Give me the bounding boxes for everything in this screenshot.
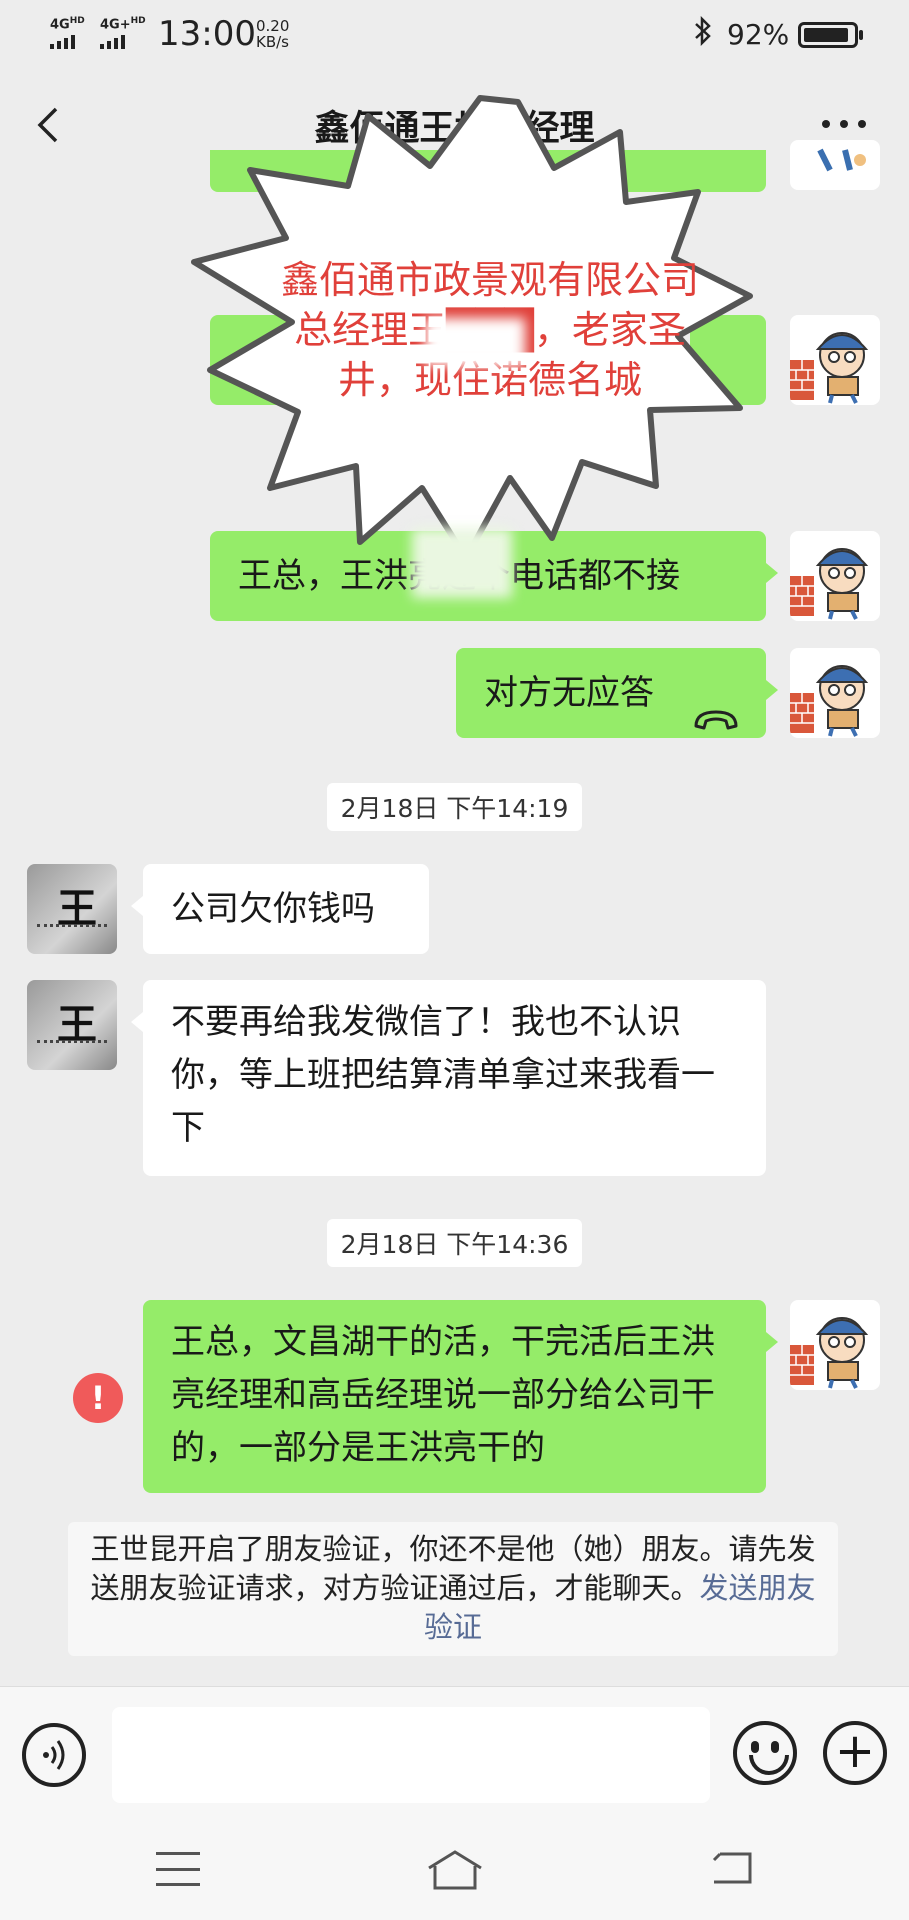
signal-1-label: 4G [50, 17, 70, 33]
status-bar: 4GHD 4G+HD 13:00 0.20 KB/s 92% [0, 0, 909, 70]
signal-1-sup: HD [69, 16, 85, 26]
message-text: 对方无应答 [484, 673, 654, 713]
timestamp-text: 2月18日 下午14:19 [326, 783, 583, 831]
avatar-self[interactable] [790, 1300, 880, 1390]
message-text: 公司欠你钱吗 [171, 889, 375, 929]
message-text: 不要再给我发微信了！我也不认识你，等上班把结算清单拿过来我看一下 [171, 1002, 715, 1148]
signal-indicator-1: 4GHD [50, 16, 85, 50]
message-bubble-incoming[interactable]: 公司欠你钱吗 [131, 864, 429, 954]
call-record-bubble[interactable]: 对方无应答 [456, 648, 778, 738]
system-nav-bar [0, 1818, 909, 1920]
battery-percent: 92% [727, 18, 790, 51]
back-nav-icon[interactable] [710, 1848, 754, 1888]
more-dots-icon[interactable] [822, 120, 866, 130]
avatar-contact[interactable]: 王 [27, 980, 117, 1070]
signal-bars-icon [50, 35, 85, 50]
plus-icon[interactable]: + [823, 1721, 887, 1785]
voice-icon[interactable] [22, 1723, 86, 1787]
chat-screen: 4GHD 4G+HD 13:00 0.20 KB/s 92% 鑫佰通王世昆经理 [0, 0, 909, 1920]
message-input[interactable] [112, 1707, 710, 1803]
network-speed: 0.20 KB/s [256, 18, 289, 50]
emoji-icon[interactable] [733, 1721, 797, 1785]
friend-verification-notice: 王世昆开启了朋友验证，你还不是他（她）朋友。请先发送朋友验证请求，对方验证通过后… [68, 1522, 838, 1656]
timestamp: 2月18日 下午14:19 [0, 783, 909, 831]
battery-icon [798, 22, 863, 48]
input-bar: + [0, 1686, 909, 1818]
signal-2-label: 4G+ [100, 17, 131, 33]
avatar-self[interactable] [790, 648, 880, 738]
menu-icon[interactable] [156, 1852, 200, 1886]
home-icon[interactable] [425, 1848, 485, 1892]
avatar-contact[interactable]: 王 [27, 864, 117, 954]
signal-2-sup: HD [130, 16, 146, 26]
timestamp: 2月18日 下午14:36 [0, 1219, 909, 1267]
message-bubble-incoming[interactable]: 不要再给我发微信了！我也不认识你，等上班把结算清单拿过来我看一下 [131, 980, 766, 1176]
network-speed-unit: KB/s [256, 33, 289, 51]
network-speed-value: 0.20 [256, 17, 290, 35]
send-failed-icon[interactable]: ! [73, 1373, 123, 1423]
bluetooth-icon [693, 15, 713, 53]
redaction-blur [412, 528, 512, 598]
error-mark: ! [90, 1379, 106, 1417]
signal-bars-icon [100, 35, 146, 50]
hangup-icon [692, 678, 740, 768]
clock: 13:00 [158, 14, 256, 54]
timestamp-text: 2月18日 下午14:36 [326, 1219, 583, 1267]
message-text: 王总，文昌湖干的活，干完活后王洪亮经理和高岳经理说一部分给公司干的，一部分是王洪… [171, 1322, 715, 1468]
redaction-blur [425, 318, 525, 366]
signal-indicator-2: 4G+HD [100, 16, 146, 50]
message-bubble-outgoing[interactable]: 王总，文昌湖干的活，干完活后王洪亮经理和高岳经理说一部分给公司干的，一部分是王洪… [143, 1300, 778, 1493]
battery-level [804, 28, 848, 42]
